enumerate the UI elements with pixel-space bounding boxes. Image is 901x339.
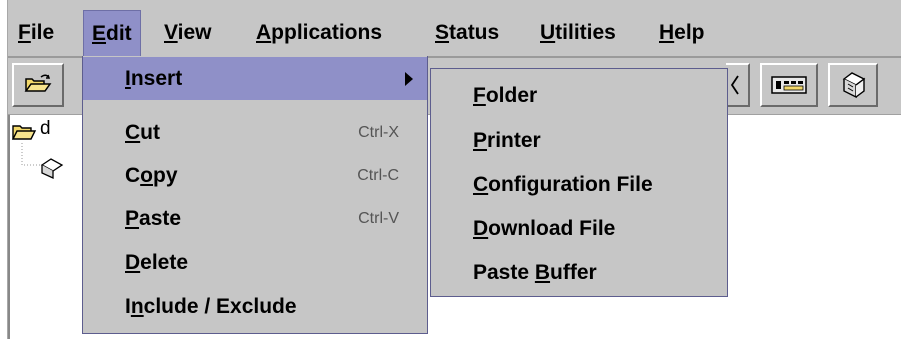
- printer-card-icon: [771, 76, 807, 94]
- submenu-item-folder[interactable]: Folder: [473, 74, 537, 118]
- submenu-item-paste-buffer[interactable]: Paste Buffer: [473, 251, 597, 295]
- submenu-item-configuration-file[interactable]: Configuration File: [473, 163, 653, 207]
- menu-help[interactable]: Help: [659, 10, 705, 56]
- menu-view[interactable]: View: [164, 10, 212, 56]
- menu-applications[interactable]: Applications: [256, 10, 382, 56]
- menu-edit[interactable]: Edit: [83, 10, 141, 56]
- document-stack-icon: [842, 72, 866, 99]
- arrow-left-icon: [730, 75, 739, 95]
- menu-utilities[interactable]: Utilities: [540, 10, 616, 56]
- menu-item-insert[interactable]: Insert: [83, 57, 427, 100]
- shortcut-cut: Ctrl-X: [358, 124, 399, 141]
- printer-card-button[interactable]: [760, 63, 818, 107]
- toolbar-button-partial[interactable]: [726, 63, 750, 107]
- menu-item-paste[interactable]: Paste Ctrl-V: [83, 197, 427, 240]
- window-left-edge: [0, 0, 8, 339]
- menu-item-delete[interactable]: Delete: [83, 241, 427, 284]
- tree-root-label[interactable]: d: [40, 118, 51, 140]
- tree-gutter: [8, 115, 10, 339]
- menu-bar: File Edit View Applications Status Utili…: [8, 10, 901, 56]
- edit-dropdown-menu: Insert Cut Ctrl-X Copy Ctrl-C Paste Ctrl…: [82, 56, 428, 334]
- menu-item-copy[interactable]: Copy Ctrl-C: [83, 154, 427, 197]
- submenu-item-download-file[interactable]: Download File: [473, 207, 615, 251]
- submenu-arrow-icon: [405, 72, 413, 86]
- menu-file[interactable]: File: [18, 10, 54, 56]
- menu-status[interactable]: Status: [435, 10, 499, 56]
- document-stack-button[interactable]: [828, 63, 878, 107]
- folder-icon[interactable]: [11, 121, 37, 143]
- printer-icon[interactable]: [38, 155, 64, 179]
- submenu-item-printer[interactable]: Printer: [473, 119, 541, 163]
- open-folder-icon: [24, 74, 52, 92]
- menu-item-cut[interactable]: Cut Ctrl-X: [83, 111, 427, 154]
- open-folder-button[interactable]: [12, 63, 64, 107]
- shortcut-copy: Ctrl-C: [357, 167, 399, 184]
- shortcut-paste: Ctrl-V: [358, 210, 399, 227]
- menu-item-include-exclude[interactable]: Include / Exclude: [83, 285, 427, 328]
- insert-submenu: Folder Printer Configuration File Downlo…: [430, 68, 728, 297]
